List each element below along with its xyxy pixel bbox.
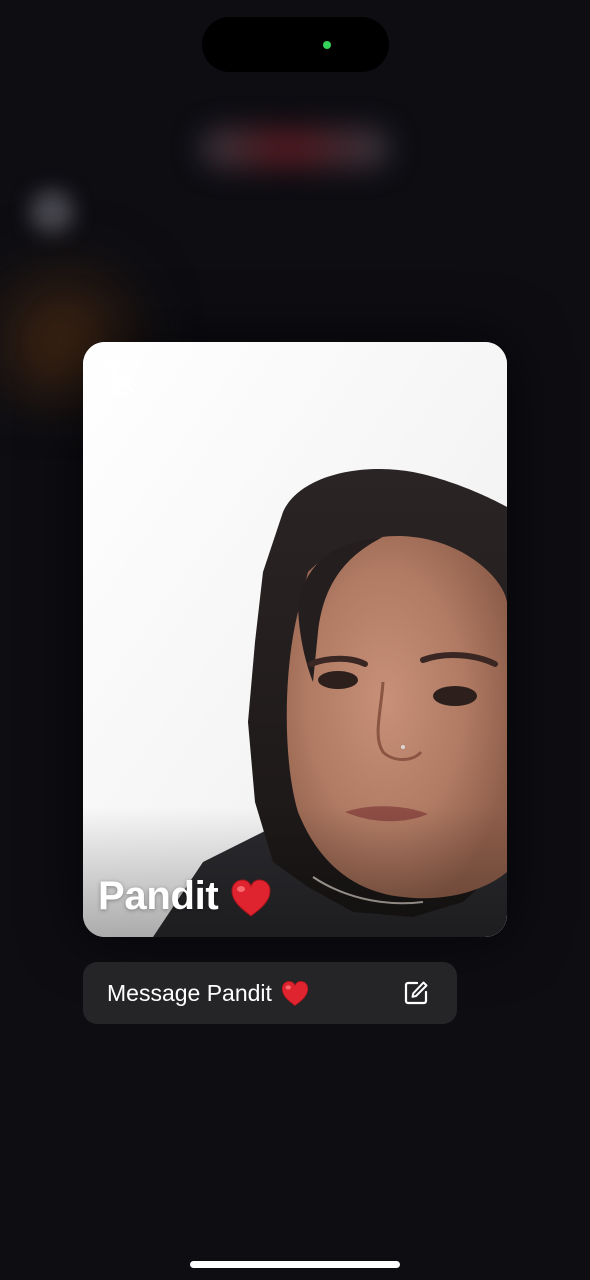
blurred-title <box>200 128 390 168</box>
caller-video-tile[interactable]: Pandit <box>83 342 507 937</box>
dynamic-island <box>202 17 389 72</box>
compose-icon[interactable] <box>403 980 429 1006</box>
camera-in-use-indicator <box>323 41 331 49</box>
message-caller-label: Message Pandit <box>107 980 310 1007</box>
heart-emoji-icon <box>281 980 309 1006</box>
heart-emoji-icon <box>231 879 271 918</box>
caller-name: Pandit <box>98 874 273 919</box>
microphone-muted-icon <box>103 360 135 396</box>
message-caller-button[interactable]: Message Pandit <box>83 962 457 1024</box>
message-caller-text: Message Pandit <box>107 979 272 1006</box>
caller-name-text: Pandit <box>98 874 219 918</box>
blurred-avatar <box>30 190 74 234</box>
home-indicator[interactable] <box>190 1261 400 1268</box>
